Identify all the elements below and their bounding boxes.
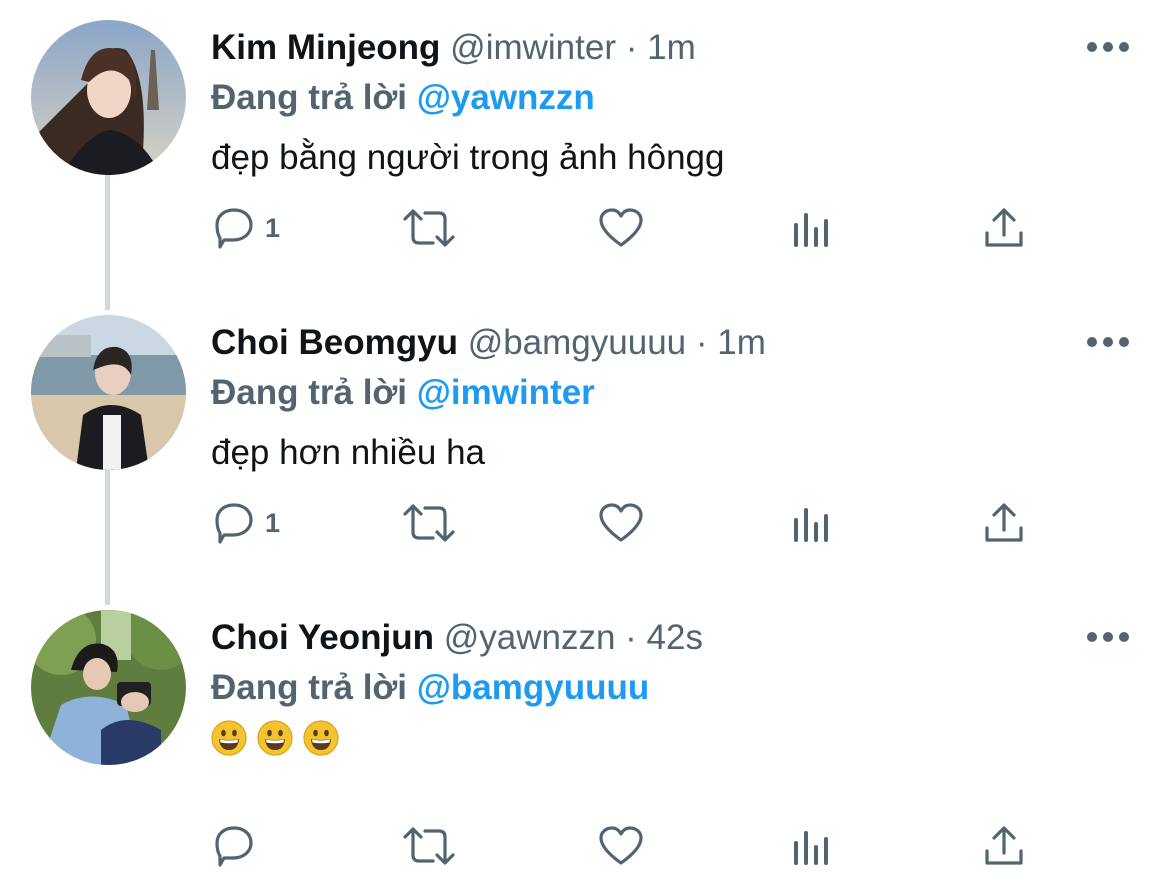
replying-prefix: Đang trả lời — [211, 373, 408, 412]
reply-button[interactable]: 1 — [211, 493, 280, 553]
mention-link[interactable]: @imwinter — [417, 373, 595, 412]
grinning-face-icon — [211, 720, 247, 761]
replying-prefix: Đang trả lời — [211, 78, 408, 117]
mention-link[interactable]: @bamgyuuuu — [417, 668, 649, 707]
reply-button[interactable]: 1 — [211, 198, 280, 258]
tweet[interactable]: Choi Beomgyu @bamgyuuuu · 1m Đang trả lờ… — [0, 295, 1170, 590]
retweet-button[interactable] — [401, 493, 457, 553]
tweet-header: Choi Beomgyu @bamgyuuuu · 1m — [211, 323, 766, 363]
timestamp[interactable]: 42s — [647, 618, 703, 657]
tweet-text: đẹp hơn nhiều ha — [211, 433, 486, 472]
separator-dot: · — [625, 28, 638, 67]
share-icon — [981, 823, 1027, 869]
tweet-text: đẹp bằng người trong ảnh hôngg — [211, 138, 725, 177]
tweet-header: Kim Minjeong @imwinter · 1m — [211, 28, 696, 68]
tweet[interactable]: Kim Minjeong @imwinter · 1m Đang trả lời… — [0, 0, 1170, 295]
action-bar: 1 — [211, 198, 1051, 258]
views-button[interactable] — [791, 816, 835, 876]
avatar[interactable] — [31, 610, 186, 765]
reply-icon — [211, 500, 257, 546]
share-button[interactable] — [981, 816, 1027, 876]
timestamp[interactable]: 1m — [647, 28, 696, 67]
replying-to: Đang trả lời @imwinter — [211, 373, 595, 413]
reply-count: 1 — [265, 212, 281, 243]
retweet-button[interactable] — [401, 198, 457, 258]
views-icon — [791, 500, 835, 546]
like-button[interactable] — [597, 816, 645, 876]
username[interactable]: @bamgyuuuu — [468, 323, 686, 362]
retweet-icon — [401, 500, 457, 546]
like-button[interactable] — [597, 198, 645, 258]
username[interactable]: @yawnzzn — [444, 618, 616, 657]
username[interactable]: @imwinter — [450, 28, 616, 67]
timestamp[interactable]: 1m — [717, 323, 766, 362]
action-bar: 1 — [211, 493, 1051, 553]
replying-to: Đang trả lời @bamgyuuuu — [211, 668, 649, 708]
tweet-header: Choi Yeonjun @yawnzzn · 42s — [211, 618, 703, 658]
share-button[interactable] — [981, 198, 1027, 258]
grinning-face-icon — [303, 720, 339, 761]
replying-to: Đang trả lời @yawnzzn — [211, 78, 595, 118]
views-icon — [791, 823, 835, 869]
heart-icon — [597, 500, 645, 546]
retweet-button[interactable] — [401, 816, 457, 876]
share-icon — [981, 500, 1027, 546]
heart-icon — [597, 823, 645, 869]
retweet-icon — [401, 823, 457, 869]
display-name[interactable]: Choi Beomgyu — [211, 323, 458, 362]
display-name[interactable]: Kim Minjeong — [211, 28, 440, 67]
separator-dot: · — [625, 618, 637, 657]
mention-link[interactable]: @yawnzzn — [417, 78, 595, 117]
more-icon[interactable] — [1086, 335, 1130, 349]
replying-prefix: Đang trả lời — [211, 668, 408, 707]
avatar[interactable] — [31, 20, 186, 175]
views-button[interactable] — [791, 198, 835, 258]
action-bar — [211, 816, 1051, 876]
display-name[interactable]: Choi Yeonjun — [211, 618, 434, 657]
grinning-face-icon — [257, 720, 293, 761]
share-button[interactable] — [981, 493, 1027, 553]
avatar[interactable] — [31, 315, 186, 470]
views-button[interactable] — [791, 493, 835, 553]
reply-button[interactable] — [211, 816, 265, 876]
views-icon — [791, 205, 835, 251]
share-icon — [981, 205, 1027, 251]
separator-dot: · — [695, 323, 708, 362]
reply-icon — [211, 823, 257, 869]
like-button[interactable] — [597, 493, 645, 553]
more-icon[interactable] — [1086, 40, 1130, 54]
reply-icon — [211, 205, 257, 251]
tweet[interactable]: Choi Yeonjun @yawnzzn · 42s Đang trả lời… — [0, 590, 1170, 885]
reply-count: 1 — [265, 507, 281, 538]
retweet-icon — [401, 205, 457, 251]
tweet-text — [211, 720, 339, 761]
heart-icon — [597, 205, 645, 251]
more-icon[interactable] — [1086, 630, 1130, 644]
